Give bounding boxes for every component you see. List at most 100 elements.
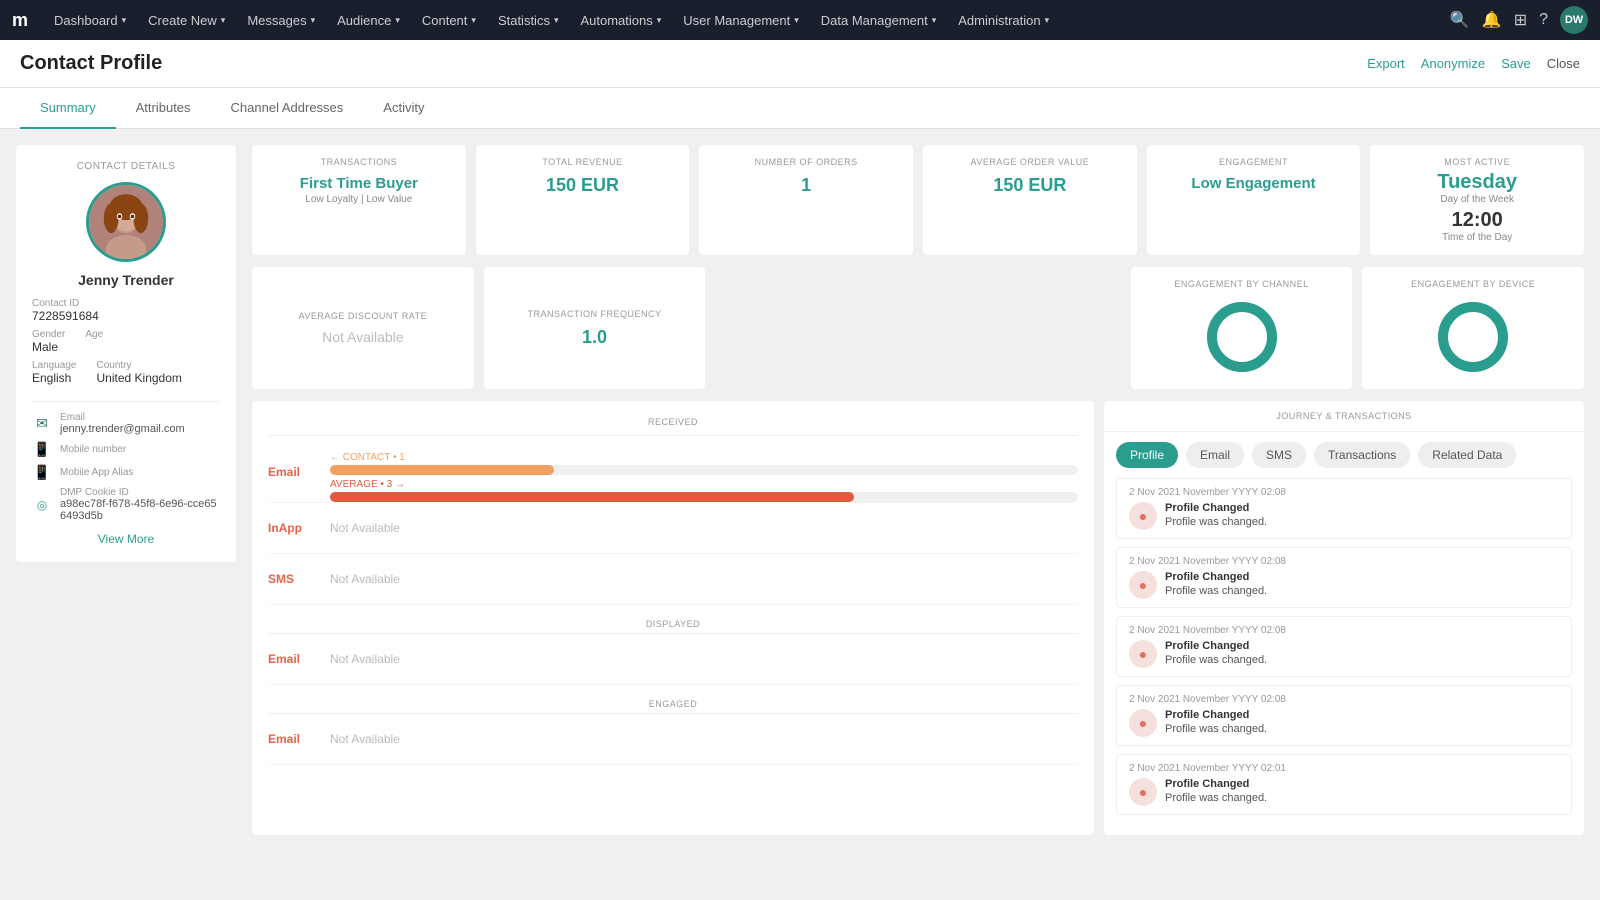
journey-tab-related-data[interactable]: Related Data — [1418, 442, 1516, 468]
event-title-4: Profile Changed — [1165, 778, 1559, 790]
search-icon[interactable]: 🔍 — [1450, 10, 1470, 30]
event-body-0: ● Profile Changed Profile was changed. — [1129, 502, 1559, 530]
save-button[interactable]: Save — [1501, 56, 1531, 71]
engagement-label: ENGAGEMENT — [1159, 157, 1349, 167]
journey-tab-profile[interactable]: Profile — [1116, 442, 1178, 468]
mobile-icon: 📱 — [32, 441, 52, 458]
gender-age-row: Gender Male Age — [32, 329, 220, 360]
engagement-device-label: ENGAGEMENT BY DEVICE — [1411, 279, 1535, 289]
email-engaged-name: Email — [268, 732, 318, 746]
tabs-bar: Summary Attributes Channel Addresses Act… — [0, 88, 1600, 129]
orders-label: NUMBER OF ORDERS — [711, 157, 901, 167]
contact-id-field: Contact ID 7228591684 — [32, 298, 220, 323]
transactions-title: First Time Buyer — [264, 175, 454, 192]
logo: m — [12, 10, 28, 31]
average-bar-fill — [330, 492, 854, 502]
contact-id-label: Contact ID — [32, 298, 220, 309]
journey-tab-transactions[interactable]: Transactions — [1314, 442, 1410, 468]
event-desc-4: Profile was changed. — [1165, 792, 1559, 804]
close-button[interactable]: Close — [1547, 56, 1580, 71]
event-avatar-3: ● — [1129, 709, 1157, 737]
tab-activity[interactable]: Activity — [363, 88, 444, 129]
divider — [32, 401, 220, 402]
export-button[interactable]: Export — [1367, 56, 1405, 71]
gender-value: Male — [32, 340, 65, 354]
age-label: Age — [85, 329, 103, 340]
received-header: RECEIVED — [268, 411, 1078, 436]
lang-country-row: Language English Country United Kingdom — [32, 360, 220, 391]
avg-order-card: AVERAGE ORDER VALUE 150 EUR — [923, 145, 1137, 255]
help-icon[interactable]: ? — [1539, 11, 1548, 29]
event-time-2: 2 Nov 2021 November YYYY 02:08 — [1129, 625, 1559, 636]
inapp-channel-name: InApp — [268, 521, 318, 535]
mobile-row: 📱 Mobile number — [32, 441, 220, 458]
tab-channel-addresses[interactable]: Channel Addresses — [211, 88, 364, 129]
email-field-label: Email — [60, 412, 185, 423]
nav-dashboard[interactable]: Dashboard ▾ — [44, 9, 136, 32]
nav-data-management[interactable]: Data Management ▾ — [811, 9, 946, 32]
event-body-3: ● Profile Changed Profile was changed. — [1129, 709, 1559, 737]
nav-create-new[interactable]: Create New ▾ — [138, 9, 235, 32]
nav-messages[interactable]: Messages ▾ — [237, 9, 325, 32]
right-content: TRANSACTIONS First Time Buyer Low Loyalt… — [252, 145, 1584, 875]
avg-discount-value: Not Available — [322, 329, 403, 345]
event-body-1: ● Profile Changed Profile was changed. — [1129, 571, 1559, 599]
total-revenue-card: TOTAL REVENUE 150 EUR — [476, 145, 690, 255]
contact-sidebar: CONTACT DETAILS — [16, 145, 236, 562]
average-bar-label: AVERAGE • 3 → — [330, 479, 1078, 490]
journey-event-4: 2 Nov 2021 November YYYY 02:01 ● Profile… — [1116, 754, 1572, 815]
average-bar-track — [330, 492, 1078, 502]
tab-attributes[interactable]: Attributes — [116, 88, 211, 129]
stats-row-2: AVERAGE DISCOUNT RATE Not Available TRAN… — [252, 267, 1584, 389]
view-more-button[interactable]: View More — [32, 532, 220, 546]
orders-value: 1 — [711, 175, 901, 196]
nav-administration[interactable]: Administration ▾ — [948, 9, 1059, 32]
journey-tab-email[interactable]: Email — [1186, 442, 1244, 468]
email-engaged-na: Not Available — [330, 724, 400, 754]
sms-channel-name: SMS — [268, 572, 318, 586]
event-content-2: Profile Changed Profile was changed. — [1165, 640, 1559, 666]
nav-content[interactable]: Content ▾ — [412, 9, 486, 32]
contact-bar-label: ← CONTACT • 1 — [330, 452, 1078, 463]
app-icon: 📱 — [32, 464, 52, 481]
bell-icon[interactable]: 🔔 — [1482, 10, 1502, 30]
dmp-value: a98ec78f-f678-45f8-6e96-cce656493d5b — [60, 498, 220, 522]
transactions-label: TRANSACTIONS — [264, 157, 454, 167]
nav-user-management[interactable]: User Management ▾ — [673, 9, 808, 32]
journey-event-2: 2 Nov 2021 November YYYY 02:08 ● Profile… — [1116, 616, 1572, 677]
avatar[interactable]: DW — [1560, 6, 1588, 34]
total-revenue-label: TOTAL REVENUE — [488, 157, 678, 167]
event-title-1: Profile Changed — [1165, 571, 1559, 583]
event-title-0: Profile Changed — [1165, 502, 1559, 514]
gender-label: Gender — [32, 329, 65, 340]
engagement-card: ENGAGEMENT Low Engagement — [1147, 145, 1361, 255]
nav-statistics[interactable]: Statistics ▾ — [488, 9, 569, 32]
email-displayed-row: Email Not Available — [268, 634, 1078, 685]
tab-summary[interactable]: Summary — [20, 88, 116, 129]
transaction-freq-value: 1.0 — [582, 327, 607, 348]
anonymize-button[interactable]: Anonymize — [1421, 56, 1485, 71]
journey-tab-sms[interactable]: SMS — [1252, 442, 1306, 468]
grid-icon[interactable]: ⊞ — [1514, 10, 1527, 30]
most-active-day: Tuesday — [1382, 171, 1572, 194]
contact-bar-track — [330, 465, 1078, 475]
total-revenue-value: 150 EUR — [488, 175, 678, 196]
top-navigation: m Dashboard ▾ Create New ▾ Messages ▾ Au… — [0, 0, 1600, 40]
nav-audience[interactable]: Audience ▾ — [327, 9, 410, 32]
avg-order-value: 150 EUR — [935, 175, 1125, 196]
engagement-device-card: ENGAGEMENT BY DEVICE — [1362, 267, 1584, 389]
event-time-3: 2 Nov 2021 November YYYY 02:08 — [1129, 694, 1559, 705]
displayed-header: DISPLAYED — [268, 613, 1078, 634]
stats-row-1: TRANSACTIONS First Time Buyer Low Loyalt… — [252, 145, 1584, 255]
main-content: CONTACT DETAILS — [0, 129, 1600, 891]
bottom-row: RECEIVED Email ← CONTACT • 1 AVERAGE • 3… — [252, 401, 1584, 835]
nav-automations[interactable]: Automations ▾ — [570, 9, 671, 32]
gender-field: Gender Male — [32, 329, 65, 354]
event-desc-1: Profile was changed. — [1165, 585, 1559, 597]
event-content-4: Profile Changed Profile was changed. — [1165, 778, 1559, 804]
dmp-row: ◎ DMP Cookie ID a98ec78f-f678-45f8-6e96-… — [32, 487, 220, 522]
engagement-channel-label: ENGAGEMENT BY CHANNEL — [1174, 279, 1308, 289]
event-desc-3: Profile was changed. — [1165, 723, 1559, 735]
avg-discount-label: AVERAGE DISCOUNT RATE — [299, 311, 428, 321]
engagement-device-donut — [1433, 297, 1513, 377]
